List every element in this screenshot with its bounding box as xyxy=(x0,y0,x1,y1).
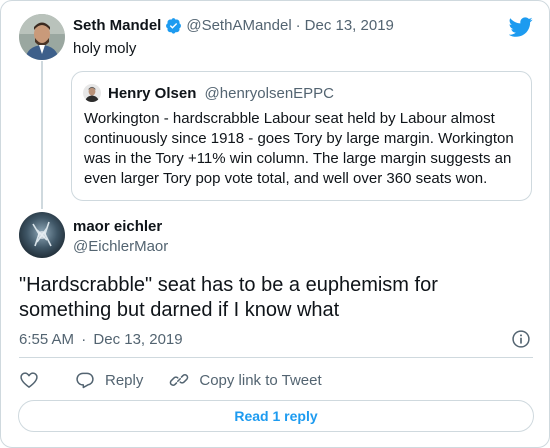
quoted-tweet-text: Workington - hardscrabble Labour seat he… xyxy=(84,110,514,187)
tweet-time[interactable]: 6:55 AM xyxy=(19,331,74,348)
info-icon[interactable] xyxy=(511,329,531,349)
main-author-name[interactable]: maor eichler xyxy=(73,218,162,235)
main-tweet-text: "Hardscrabble" seat has to be a euphemis… xyxy=(19,274,438,321)
reply-button[interactable]: Reply xyxy=(75,370,143,390)
author-name[interactable]: Seth Mandel xyxy=(73,17,161,34)
quoted-tweet-header: Henry Olsen @henryolsenEPPC xyxy=(108,85,334,102)
link-icon xyxy=(170,374,189,386)
quoted-tweet[interactable]: Henry Olsen @henryolsenEPPC Workington -… xyxy=(71,71,532,201)
heart-icon xyxy=(20,372,38,388)
reply-label: Reply xyxy=(105,371,144,389)
avatar-henry-image xyxy=(83,84,101,102)
quoted-author-name: Henry Olsen xyxy=(108,85,197,102)
separator-dot: · xyxy=(295,17,301,34)
main-author-handle[interactable]: @EichlerMaor xyxy=(73,238,168,255)
author-handle[interactable]: @SethAMandel xyxy=(186,17,291,34)
like-button[interactable] xyxy=(19,370,39,390)
reply-icon xyxy=(76,372,94,389)
read-replies-button[interactable]: Read 1 reply xyxy=(18,400,534,432)
tweet-timestamp[interactable]: 6:55 AM · Dec 13, 2019 xyxy=(19,331,183,348)
copy-link-label: Copy link to Tweet xyxy=(199,371,322,389)
avatar xyxy=(83,84,101,102)
parent-tweet-text: holy moly xyxy=(73,40,137,57)
tweet-date[interactable]: Dec 13, 2019 xyxy=(305,17,394,34)
twitter-logo-icon[interactable] xyxy=(509,15,533,39)
tweet-embed-card: Seth Mandel @SethAMandel · Dec 13, 2019 … xyxy=(0,0,550,448)
separator-dot: · xyxy=(81,331,87,348)
tweet-actions: Reply Copy link to Tweet xyxy=(19,369,348,391)
thread-connector-line xyxy=(41,61,43,209)
avatar-maor-image xyxy=(19,212,65,258)
tweet-date[interactable]: Dec 13, 2019 xyxy=(93,331,182,348)
parent-tweet-header: Seth Mandel @SethAMandel · Dec 13, 2019 xyxy=(73,17,394,34)
avatar-seth-image xyxy=(19,14,65,60)
avatar[interactable] xyxy=(19,212,65,258)
divider xyxy=(19,357,533,358)
copy-link-button[interactable]: Copy link to Tweet xyxy=(169,370,322,390)
avatar[interactable] xyxy=(19,14,65,60)
verified-badge-icon xyxy=(166,18,182,34)
quoted-author-handle: @henryolsenEPPC xyxy=(204,85,335,102)
